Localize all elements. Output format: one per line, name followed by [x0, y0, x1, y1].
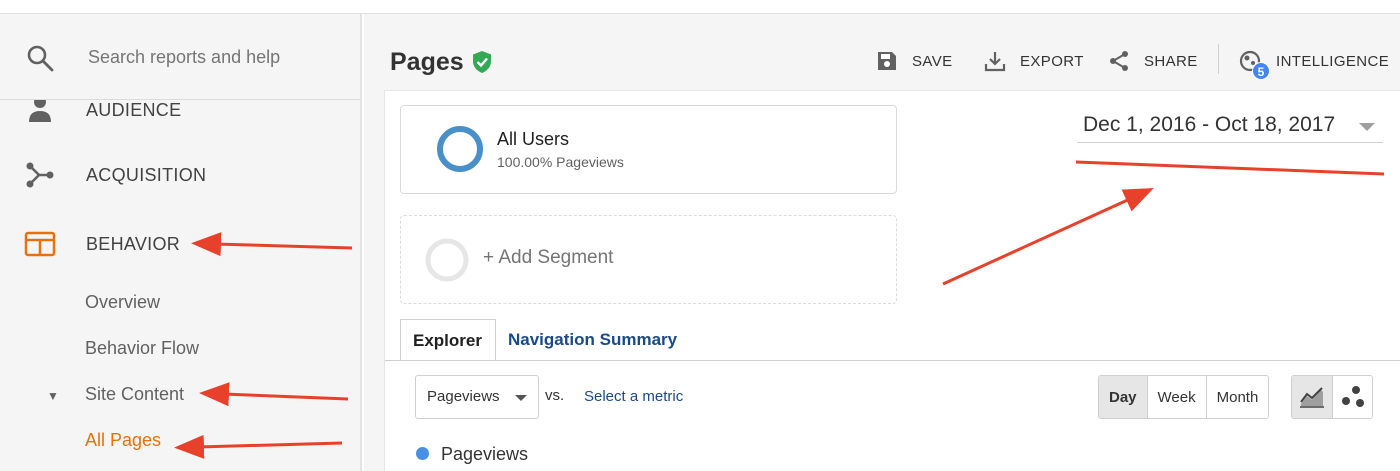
sidebar-item-label: ACQUISITION — [86, 165, 207, 185]
browser-top-edge — [0, 0, 1400, 14]
sidebar-item-acquisition[interactable]: ACQUISITION — [0, 155, 360, 195]
page-title: Pages — [390, 48, 464, 76]
metric-dropdown[interactable]: Pageviews — [415, 375, 539, 419]
save-button[interactable]: SAVE — [876, 48, 953, 74]
segment-subtitle: 100.00% Pageviews — [497, 154, 624, 170]
add-segment-button[interactable]: + Add Segment — [400, 215, 897, 304]
intelligence-badge: 5 — [1252, 62, 1270, 80]
granularity-week-button[interactable]: Week — [1146, 376, 1206, 418]
export-button[interactable]: EXPORT — [984, 48, 1084, 74]
person-icon — [29, 96, 51, 122]
tab-divider — [385, 360, 1400, 361]
empty-segment-ring-icon — [425, 238, 469, 282]
segment-name: All Users — [497, 129, 570, 149]
metric-selected: Pageviews — [427, 388, 500, 405]
save-icon — [878, 52, 896, 70]
sidebar-item-behavior[interactable]: BEHAVIOR — [0, 224, 360, 264]
tab-navigation-summary[interactable]: Navigation Summary — [496, 319, 689, 361]
chart-type-toggle — [1291, 375, 1373, 419]
vs-label: vs. — [545, 387, 565, 404]
sidebar-search — [0, 14, 360, 100]
expand-caret-icon[interactable]: ▼ — [47, 389, 59, 403]
share-button[interactable]: SHARE — [1108, 48, 1198, 74]
date-range-picker[interactable]: Dec 1, 2016 - Oct 18, 2017 — [1077, 111, 1383, 143]
tab-explorer[interactable]: Explorer — [400, 319, 496, 361]
verified-shield-icon — [473, 51, 491, 73]
sidebar-subitem-overview[interactable]: Overview — [85, 292, 160, 313]
line-chart-icon — [1300, 387, 1324, 408]
intelligence-label: INTELLIGENCE — [1276, 52, 1390, 70]
bubble-chart-icon — [1341, 386, 1364, 407]
segment-ring-icon — [437, 126, 483, 172]
add-segment-label: + Add Segment — [483, 247, 614, 268]
report-content: All Users 100.00% Pageviews + Add Segmen… — [384, 90, 1400, 471]
sidebar-subitem-behavior-flow[interactable]: Behavior Flow — [85, 338, 199, 359]
granularity-toggle: Day Week Month — [1098, 375, 1270, 419]
line-chart-button[interactable] — [1292, 376, 1332, 418]
sidebar: AUDIENCE ACQUISITION BEHAVIOR Overview B… — [0, 14, 362, 471]
dropdown-arrow-icon — [515, 395, 527, 401]
export-label: EXPORT — [1020, 52, 1084, 70]
search-icon[interactable] — [26, 44, 54, 72]
save-label: SAVE — [912, 52, 953, 70]
legend-label: Pageviews — [441, 444, 529, 464]
behavior-icon — [24, 231, 56, 257]
search-input[interactable] — [88, 42, 338, 72]
export-icon — [984, 52, 1006, 72]
dropdown-arrow-icon — [1359, 123, 1375, 131]
date-range-text: Dec 1, 2016 - Oct 18, 2017 — [1083, 113, 1336, 136]
granularity-day-button[interactable]: Day — [1099, 376, 1147, 418]
granularity-month-button[interactable]: Month — [1205, 376, 1269, 418]
motion-chart-button[interactable] — [1332, 376, 1372, 418]
share-label: SHARE — [1144, 52, 1198, 70]
sidebar-subitem-site-content[interactable]: Site Content — [85, 384, 184, 405]
segment-all-users[interactable]: All Users 100.00% Pageviews — [400, 105, 897, 194]
sidebar-item-label: BEHAVIOR — [86, 234, 181, 254]
legend-dot — [416, 447, 429, 460]
select-metric-link[interactable]: Select a metric — [584, 388, 683, 405]
toolbar-divider — [1218, 44, 1219, 74]
main-panel: Pages SAVE EXPORT SHARE INTELLIGENCE 5 A… — [364, 14, 1400, 471]
acquisition-icon — [26, 162, 54, 188]
sidebar-subitem-all-pages[interactable]: All Pages — [85, 430, 161, 451]
share-icon — [1110, 51, 1128, 71]
sidebar-item-label: AUDIENCE — [86, 100, 182, 120]
